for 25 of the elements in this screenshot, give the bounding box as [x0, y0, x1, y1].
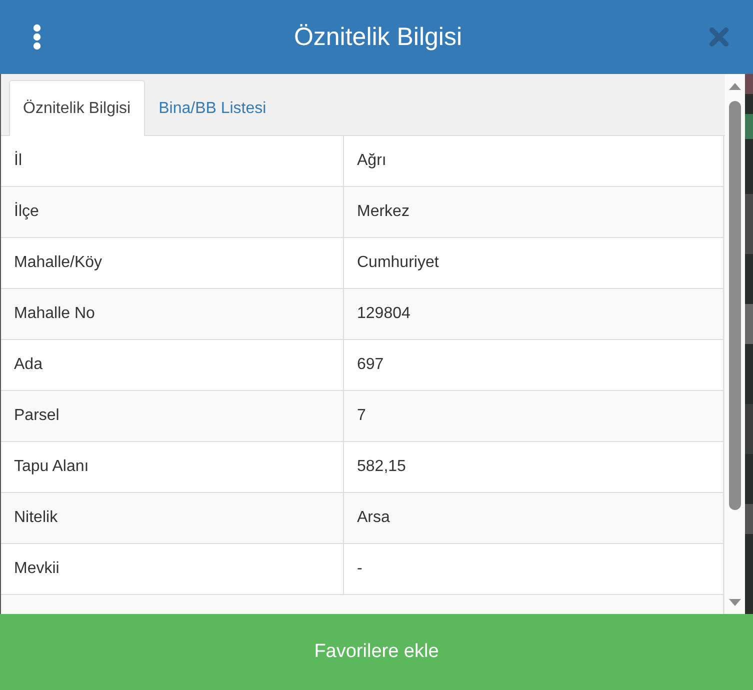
field-name-cell: Mahalle/Köy	[1, 238, 344, 288]
field-name-cell: İlçe	[1, 187, 344, 237]
field-name-cell: Tapu Alanı	[1, 442, 344, 492]
field-value-cell-text: 7	[356, 406, 367, 426]
tab[interactable]: Öznitelik Bilgisi	[9, 80, 145, 136]
window-title: Öznitelik Bilgisi	[292, 22, 464, 52]
scroll-down-icon[interactable]	[728, 598, 742, 608]
field-name-cell: Parsel	[1, 391, 344, 441]
field-name-cell: Mahalle No	[1, 289, 344, 339]
field-value-cell-text: Arsa	[356, 508, 391, 528]
field-value-cell-text: Merkez	[356, 202, 410, 222]
scroll-up-icon[interactable]	[728, 81, 742, 91]
field-value-cell-text: -	[356, 559, 364, 579]
field-value-cell-text: 697	[356, 355, 385, 375]
field-name-cell: Nitelik	[1, 493, 344, 543]
tab[interactable]: Bina/BB Listesi	[144, 80, 280, 136]
field-name-cell: Ada	[1, 340, 344, 390]
field-value-cell-text: 582,15	[356, 457, 407, 477]
field-name-cell: İl	[1, 136, 344, 186]
field-value-cell-text: 129804	[356, 304, 412, 324]
field-value-cell-text: Cumhuriyet	[356, 253, 440, 273]
field-name-cell: Mevkii	[1, 544, 344, 594]
scrollbar-thumb[interactable]	[729, 101, 741, 510]
add-to-favorites-button[interactable]: Favorilere ekle	[0, 614, 753, 690]
field-value-cell-text: Ağrı	[356, 151, 388, 171]
